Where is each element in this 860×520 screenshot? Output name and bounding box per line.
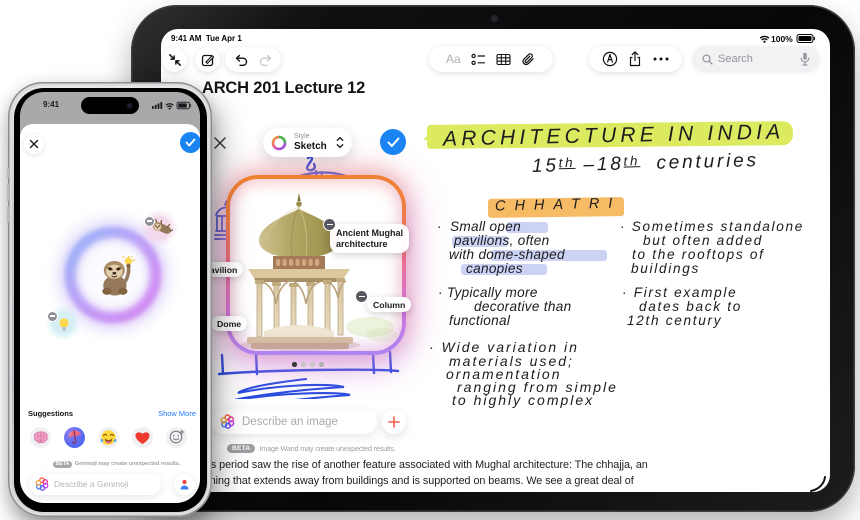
svg-text:100%: 100% xyxy=(771,34,793,44)
